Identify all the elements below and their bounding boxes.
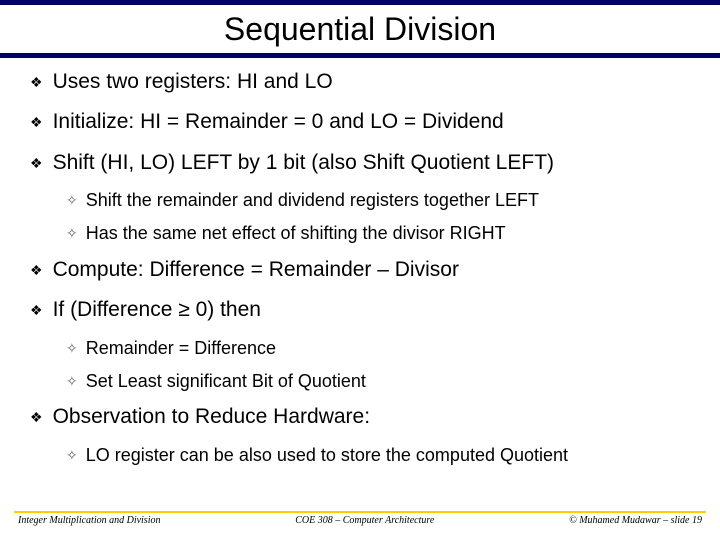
slide-title: Sequential Division	[0, 5, 720, 54]
open-diamond-icon: ✧	[66, 340, 78, 357]
bullet-text: Initialize: HI = Remainder = 0 and LO = …	[53, 108, 504, 136]
sub-bullet-item: ✧ Shift the remainder and dividend regis…	[66, 189, 702, 212]
footer-left: Integer Multiplication and Division	[18, 515, 160, 526]
bullet-text: Compute: Difference = Remainder – Diviso…	[53, 256, 459, 284]
sub-bullet-text: Shift the remainder and dividend registe…	[86, 189, 539, 212]
open-diamond-icon: ✧	[66, 192, 78, 209]
open-diamond-icon: ✧	[66, 225, 78, 242]
slide-content: ❖ Uses two registers: HI and LO ❖ Initia…	[0, 58, 720, 467]
bullet-item: ❖ Initialize: HI = Remainder = 0 and LO …	[30, 108, 702, 136]
bullet-item: ❖ If (Difference ≥ 0) then	[30, 296, 702, 324]
bullet-text: Shift (HI, LO) LEFT by 1 bit (also Shift…	[53, 149, 554, 177]
bullet-item: ❖ Shift (HI, LO) LEFT by 1 bit (also Shi…	[30, 149, 702, 177]
footer-right: © Muhamed Mudawar – slide 19	[569, 515, 702, 526]
sub-bullet-text: LO register can be also used to store th…	[86, 444, 568, 467]
bullet-item: ❖ Uses two registers: HI and LO	[30, 68, 702, 96]
slide-footer: Integer Multiplication and Division COE …	[0, 511, 720, 526]
diamond-bullet-icon: ❖	[30, 262, 43, 279]
diamond-bullet-icon: ❖	[30, 302, 43, 319]
open-diamond-icon: ✧	[66, 373, 78, 390]
footer-divider	[14, 511, 706, 513]
sub-bullet-item: ✧ Has the same net effect of shifting th…	[66, 222, 702, 245]
footer-row: Integer Multiplication and Division COE …	[14, 515, 706, 526]
sub-bullet-text: Remainder = Difference	[86, 337, 276, 360]
footer-center: COE 308 – Computer Architecture	[295, 515, 434, 526]
bullet-item: ❖ Compute: Difference = Remainder – Divi…	[30, 256, 702, 284]
sub-bullet-item: ✧ LO register can be also used to store …	[66, 444, 702, 467]
sub-bullet-item: ✧ Set Least significant Bit of Quotient	[66, 370, 702, 393]
sub-bullet-text: Has the same net effect of shifting the …	[86, 222, 506, 245]
bullet-text: Observation to Reduce Hardware:	[53, 403, 371, 431]
sub-bullet-item: ✧ Remainder = Difference	[66, 337, 702, 360]
sub-bullet-text: Set Least significant Bit of Quotient	[86, 370, 366, 393]
diamond-bullet-icon: ❖	[30, 409, 43, 426]
title-bar: Sequential Division	[0, 0, 720, 58]
bullet-item: ❖ Observation to Reduce Hardware:	[30, 403, 702, 431]
diamond-bullet-icon: ❖	[30, 74, 43, 91]
bullet-text: If (Difference ≥ 0) then	[53, 296, 261, 324]
diamond-bullet-icon: ❖	[30, 114, 43, 131]
diamond-bullet-icon: ❖	[30, 155, 43, 172]
open-diamond-icon: ✧	[66, 447, 78, 464]
bullet-text: Uses two registers: HI and LO	[53, 68, 333, 96]
